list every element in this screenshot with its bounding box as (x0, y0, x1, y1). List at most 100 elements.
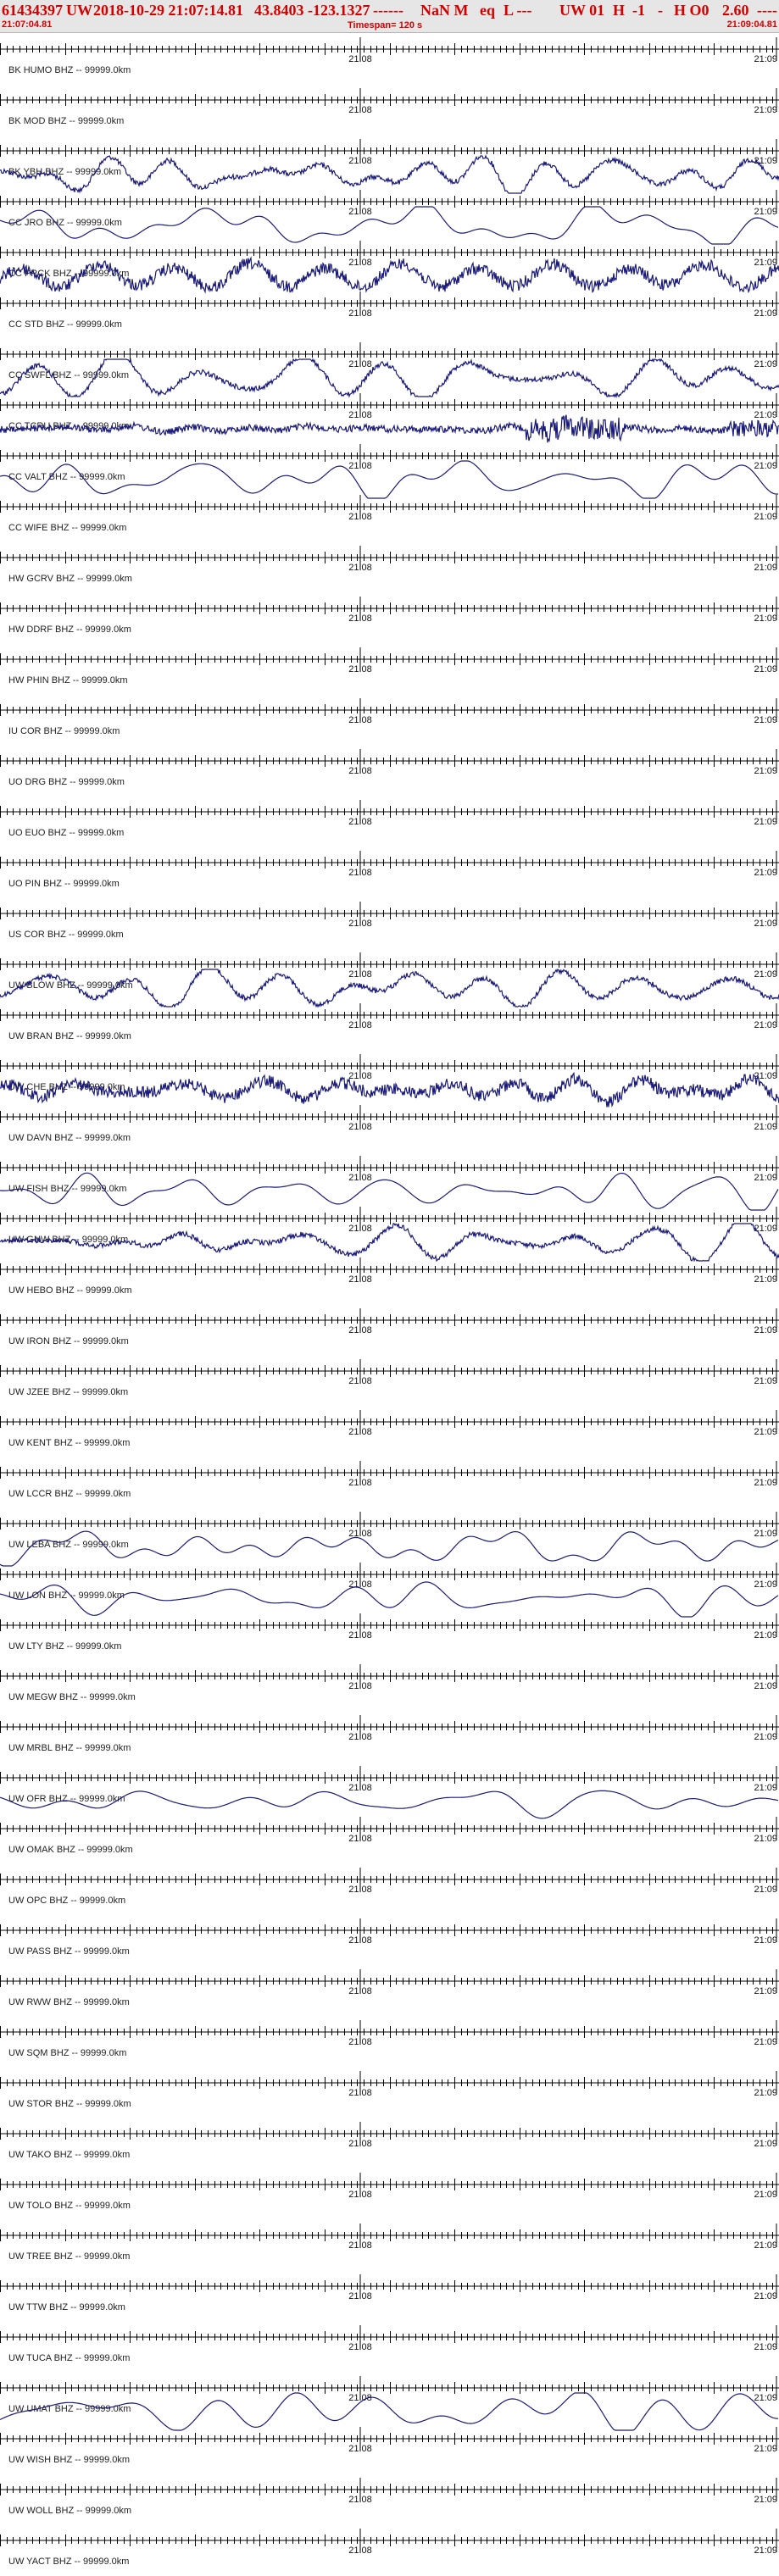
tick-label-right: 21:09 (754, 2190, 777, 2200)
event-magnitude: NaN M (420, 2, 469, 19)
trace-row: 21:08 21:09 UW RWW BHZ -- 99999.0km (0, 1969, 779, 2007)
trace-row: 21:08 21:09 CC STD BHZ -- 99999.0km (0, 291, 779, 330)
trace-row: 21:08 21:09 BK YBH BHZ -- 99999.0km (0, 139, 779, 194)
seismic-waveform (0, 414, 779, 443)
tick-label-right: 21:09 (754, 715, 777, 725)
h-field: H (613, 2, 626, 19)
tick-label-center: 21:08 (348, 1783, 372, 1793)
trace-row: 21:08 21:09 HW DDRF BHZ -- 99999.0km (0, 597, 779, 635)
trace-row: 21:08 21:09 UW OPC BHZ -- 99999.0km (0, 1868, 779, 1906)
tick-label-right: 21:09 (754, 2393, 777, 2403)
tick-label-right: 21:09 (754, 1783, 777, 1793)
rms-value: 2.60 (722, 2, 749, 19)
tick-label-right: 21:09 (754, 1478, 777, 1488)
channel-label: UW LCCR BHZ -- 99999.0km (8, 1489, 131, 1499)
channel-label: IU COR BHZ -- 99999.0km (8, 726, 120, 736)
tick-label-center: 21:08 (348, 1427, 372, 1437)
trace-row: 21:08 21:09 CC VALT BHZ -- 99999.0km (0, 444, 779, 499)
tick-label-right: 21:09 (754, 2291, 777, 2301)
tick-label-right: 21:09 (754, 2444, 777, 2454)
tick-label-center: 21:08 (348, 2444, 372, 2454)
header-tail: ---- (757, 2, 777, 19)
tick-label-center: 21:08 (348, 868, 372, 878)
trace-row: 21:08 21:09 UO DRG BHZ -- 99999.0km (0, 749, 779, 787)
channel-label: CC JRO BHZ -- 99999.0km (8, 218, 122, 228)
trace-row: 21:08 21:09UW CHE BHZ -- 99999.0km (0, 1054, 779, 1108)
tick-label-center: 21:08 (348, 1885, 372, 1895)
trace-row: 21:08 21:09 UO EUO BHZ -- 99999.0km (0, 800, 779, 838)
tick-label-right: 21:09 (754, 664, 777, 675)
trace-row: 21:08 21:09 UW LCCR BHZ -- 99999.0km (0, 1461, 779, 1499)
tick-label-right: 21:09 (754, 156, 777, 166)
channel-label: UW OMAK BHZ -- 99999.0km (8, 1845, 133, 1855)
trace-row: 21:08 21:09 UW PASS BHZ -- 99999.0km (0, 1918, 779, 1957)
timespan-label: Timespan= 120 s (348, 20, 423, 31)
tick-label-center: 21:08 (348, 2240, 372, 2251)
trace-row: 21:08 21:09 IU COR BHZ -- 99999.0km (0, 698, 779, 736)
tick-label-right: 21:09 (754, 2139, 777, 2149)
channel-label: BK HUMO BHZ -- 99999.0km (8, 65, 131, 75)
channel-label: UW TUCA BHZ -- 99999.0km (8, 2353, 130, 2363)
channel-label: UW OFR BHZ -- 99999.0km (8, 1794, 125, 1804)
tick-label-center: 21:08 (348, 766, 372, 776)
channel-label: UW TOLO BHZ -- 99999.0km (8, 2201, 131, 2211)
trace-row: 21:08 21:09CC TCRU BHZ -- 99999.0km (0, 393, 779, 443)
tick-label-right: 21:09 (754, 613, 777, 624)
trace-row: 21:08 21:09 UW IRON BHZ -- 99999.0km (0, 1308, 779, 1346)
event-depth: ------ (373, 2, 403, 19)
channel-label: UW WISH BHZ -- 99999.0km (8, 2455, 130, 2465)
trace-row: 21:08 21:09UW GNW BHZ -- 99999.0km (0, 1207, 779, 1263)
tick-label-center: 21:08 (348, 715, 372, 725)
tick-label-center: 21:08 (348, 207, 372, 217)
trace-row: 21:08 21:09 UW LEBA BHZ -- 99999.0km (0, 1512, 779, 1567)
tick-label-center: 21:08 (348, 1478, 372, 1488)
channel-label: CC VALT BHZ -- 99999.0km (8, 472, 125, 482)
end-time-label: 21:09:04.81 (726, 19, 777, 30)
trace-row: 21:08 21:09 UW TREE BHZ -- 99999.0km (0, 2223, 779, 2262)
trace-row: 21:08 21:09 UW TTW BHZ -- 99999.0km (0, 2274, 779, 2312)
trace-row: 21:08 21:09 BK MOD BHZ -- 99999.0km (0, 88, 779, 126)
tick-label-right: 21:09 (754, 207, 777, 217)
tick-label-center: 21:08 (348, 1173, 372, 1183)
trace-row: 21:08 21:09UW FISH BHZ -- 99999.0km (0, 1156, 779, 1211)
tick-label-center: 21:08 (348, 1376, 372, 1386)
trace-row: 21:08 21:09 UW OMAK BHZ -- 99999.0km (0, 1817, 779, 1855)
tick-label-center: 21:08 (348, 1529, 372, 1539)
tick-label-center: 21:08 (348, 1986, 372, 1996)
tick-label-center: 21:08 (348, 2088, 372, 2098)
trace-row: 21:08 21:09 UW OFR BHZ -- 99999.0km (0, 1766, 779, 1819)
tick-label-center: 21:08 (348, 2037, 372, 2047)
trace-row: 21:08 21:09 UW JZEE BHZ -- 99999.0km (0, 1359, 779, 1397)
tick-label-center: 21:08 (348, 2545, 372, 2556)
channel-label: CC WIFE BHZ -- 99999.0km (8, 523, 126, 533)
tick-label-center: 21:08 (348, 2342, 372, 2352)
tick-label-right: 21:09 (754, 1325, 777, 1335)
tick-label-right: 21:09 (754, 563, 777, 573)
channel-label: UW TAKO BHZ -- 99999.0km (8, 2150, 130, 2160)
tick-label-right: 21:09 (754, 919, 777, 929)
tick-label-right: 21:09 (754, 1681, 777, 1691)
channel-label: UW PASS BHZ -- 99999.0km (8, 1946, 130, 1957)
tick-label-right: 21:09 (754, 359, 777, 369)
trace-row: 21:08 21:09 UW WISH BHZ -- 99999.0km (0, 2427, 779, 2465)
trace-row: 21:08 21:09 CC WIFE BHZ -- 99999.0km (0, 495, 779, 533)
tick-label-center: 21:08 (348, 308, 372, 319)
tick-label-center: 21:08 (348, 1224, 372, 1234)
tick-label-center: 21:08 (348, 1325, 372, 1335)
seismogram-panel: 21:08 21:09BK HUMO BHZ -- 99999.0km21:08 2… (0, 37, 779, 2567)
trace-row: 21:08 21:09UW BLOW BHZ -- 99999.0km (0, 952, 779, 1008)
tick-label-right: 21:09 (754, 1630, 777, 1641)
trace-row: 21:08 21:09 UW STOR BHZ -- 99999.0km (0, 2071, 779, 2109)
tick-label-right: 21:09 (754, 2545, 777, 2556)
channel-label: HW DDRF BHZ -- 99999.0km (8, 625, 131, 635)
trace-row: 21:08 21:09 BK HUMO BHZ -- 99999.0km (0, 37, 779, 75)
event-header: 61434397 UW 2018-10-29 21:07:14.81 43.84… (0, 0, 779, 33)
tick-label-center: 21:08 (348, 512, 372, 522)
trace-row: 21:08 21:09 UO PIN BHZ -- 99999.0km (0, 851, 779, 889)
channel-label: BK YBH BHZ -- 99999.0km (8, 167, 121, 177)
channel-label: UW JZEE BHZ -- 99999.0km (8, 1387, 128, 1397)
channel-label: CC STD BHZ -- 99999.0km (8, 319, 122, 330)
solution-version: UW 01 (559, 2, 605, 19)
trace-row: 21:08 21:09 UW DAVN BHZ -- 99999.0km (0, 1105, 779, 1143)
tick-label-right: 21:09 (754, 1020, 777, 1030)
